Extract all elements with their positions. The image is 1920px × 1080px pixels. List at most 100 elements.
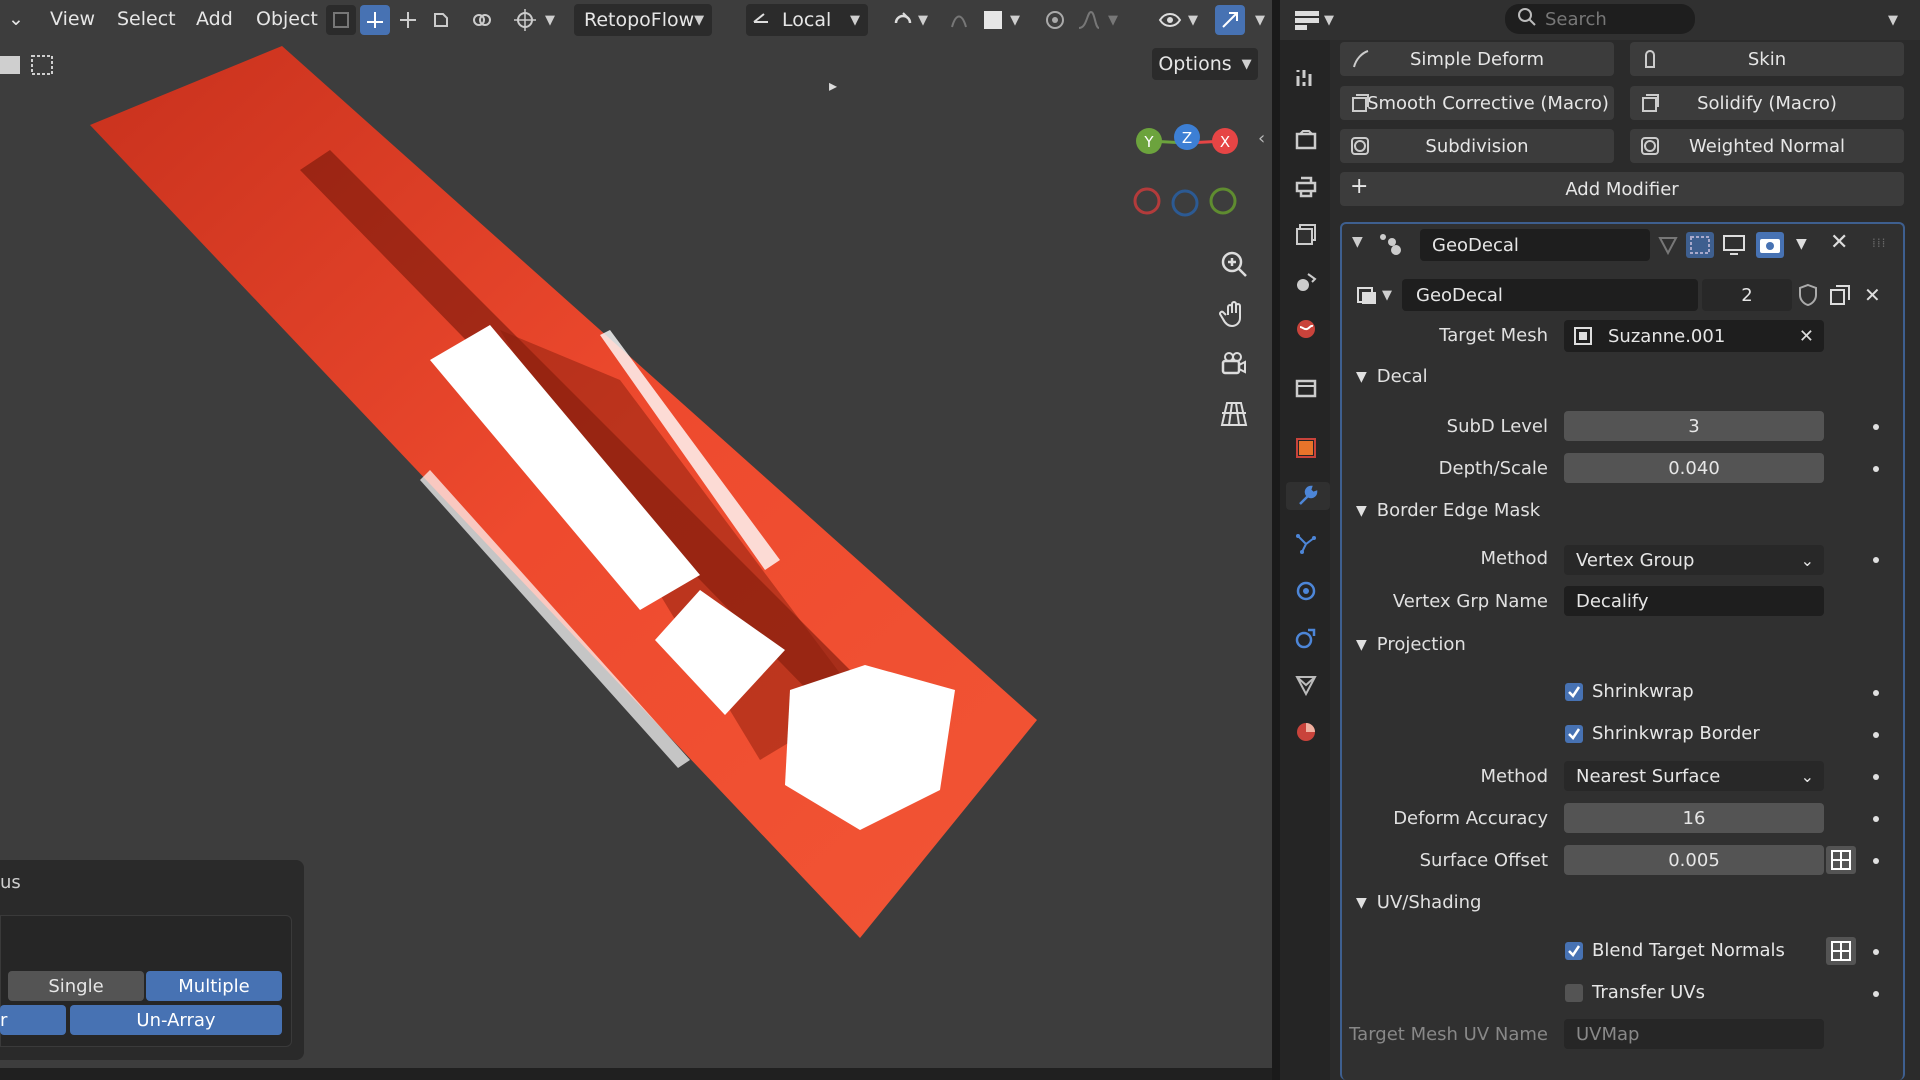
constraints-tab-icon[interactable] bbox=[1292, 624, 1320, 652]
surface-offset-field[interactable]: 0.005 bbox=[1564, 845, 1824, 875]
menu-select[interactable]: Select bbox=[117, 8, 176, 30]
keyframe-dot[interactable] bbox=[1873, 816, 1879, 822]
material-tab-icon[interactable] bbox=[1292, 718, 1320, 746]
object-tab-icon[interactable] bbox=[1292, 434, 1320, 462]
keyframe-dot[interactable] bbox=[1873, 690, 1879, 696]
remove-modifier-close-icon[interactable]: ✕ bbox=[1830, 230, 1848, 255]
border-method-dropdown[interactable]: Vertex Group ⌄ bbox=[1564, 545, 1824, 575]
projection-section-header[interactable]: ▼ Projection bbox=[1356, 634, 1466, 655]
attribute-toggle-icon[interactable] bbox=[1826, 846, 1856, 874]
falloff-chevron-icon[interactable]: ▼ bbox=[1108, 13, 1118, 28]
add-modifier-button[interactable]: + Add Modifier bbox=[1340, 172, 1904, 206]
multiple-mode-button[interactable]: Multiple bbox=[146, 971, 282, 1001]
attribute-toggle-icon[interactable] bbox=[1826, 937, 1856, 965]
weighted-normal-button[interactable]: Weighted Normal bbox=[1630, 129, 1904, 163]
modifier-menu-chevron-icon[interactable]: ▼ bbox=[1796, 236, 1807, 252]
depth-scale-field[interactable]: 0.040 bbox=[1564, 453, 1824, 483]
array-button[interactable]: r bbox=[0, 1005, 66, 1035]
solidify-button[interactable]: Solidify (Macro) bbox=[1630, 86, 1904, 120]
node-group-users-count[interactable]: 2 bbox=[1702, 279, 1792, 311]
pan-hand-icon[interactable] bbox=[1212, 292, 1256, 336]
clear-target-close-icon[interactable]: ✕ bbox=[1799, 326, 1814, 347]
options-dropdown[interactable]: Options ▼ bbox=[1152, 48, 1258, 80]
node-group-name-field[interactable]: GeoDecal bbox=[1402, 279, 1698, 311]
snap-axis-icon[interactable] bbox=[393, 5, 423, 35]
projection-method-dropdown[interactable]: Nearest Surface ⌄ bbox=[1564, 761, 1824, 791]
unlink-close-icon[interactable]: ✕ bbox=[1864, 283, 1881, 307]
3d-viewport[interactable]: ⌄ View Select Add Object ▼ RetopoFlow ▼ … bbox=[0, 0, 1272, 1068]
visibility-chevron-icon[interactable]: ▼ bbox=[1188, 13, 1198, 28]
area-separator[interactable] bbox=[1272, 0, 1280, 1080]
decal-section-header[interactable]: ▼ Decal bbox=[1356, 366, 1428, 387]
menu-add[interactable]: Add bbox=[196, 8, 233, 30]
modifier-tab-wrench-icon[interactable] bbox=[1286, 482, 1330, 510]
duplicate-icon[interactable] bbox=[1828, 283, 1852, 312]
tool-tab-icon[interactable] bbox=[1292, 64, 1320, 92]
snapping-chevron-icon[interactable]: ▼ bbox=[918, 13, 928, 28]
camera-view-icon[interactable] bbox=[1212, 342, 1256, 386]
skin-button[interactable]: Skin bbox=[1630, 42, 1904, 76]
viewport-display-icon[interactable] bbox=[1720, 232, 1748, 258]
shading-solid-icon[interactable] bbox=[978, 5, 1008, 35]
snap-face-icon[interactable] bbox=[426, 5, 456, 35]
single-mode-button[interactable]: Single bbox=[8, 971, 144, 1001]
border-edge-mask-section-header[interactable]: ▼ Border Edge Mask bbox=[1356, 500, 1540, 521]
deform-accuracy-field[interactable]: 16 bbox=[1564, 803, 1824, 833]
blend-target-normals-checkbox[interactable] bbox=[1565, 942, 1583, 960]
modifier-name-field[interactable]: GeoDecal bbox=[1420, 229, 1650, 261]
proportional-link-icon[interactable] bbox=[467, 5, 497, 35]
keyframe-dot[interactable] bbox=[1873, 732, 1879, 738]
menu-view[interactable]: View bbox=[50, 8, 95, 30]
node-group-browse-icon[interactable]: ▼ bbox=[1356, 280, 1398, 310]
smooth-corrective-button[interactable]: Smooth Corrective (Macro) bbox=[1340, 86, 1614, 120]
shrinkwrap-checkbox[interactable] bbox=[1565, 683, 1583, 701]
data-tab-icon[interactable] bbox=[1292, 671, 1320, 699]
gizmo-toggle-icon[interactable] bbox=[1215, 5, 1245, 35]
sidebar-toggle-chevron-icon[interactable]: ‹ bbox=[1258, 128, 1265, 149]
fake-user-shield-icon[interactable] bbox=[1796, 283, 1820, 312]
keyframe-dot[interactable] bbox=[1873, 557, 1879, 563]
particles-tab-icon[interactable] bbox=[1292, 530, 1320, 558]
editor-type-icon[interactable]: ▼ bbox=[1294, 6, 1344, 34]
render-tab-icon[interactable] bbox=[1292, 126, 1320, 154]
proportional-circle-icon[interactable] bbox=[1040, 5, 1070, 35]
keyframe-dot[interactable] bbox=[1873, 466, 1879, 472]
transform-orientation-dropdown[interactable]: Local ▼ bbox=[746, 4, 868, 36]
subd-level-field[interactable]: 3 bbox=[1564, 411, 1824, 441]
physics-tab-icon[interactable] bbox=[1292, 577, 1320, 605]
subdivision-button[interactable]: Subdivision bbox=[1340, 129, 1614, 163]
pivot-icon[interactable] bbox=[510, 5, 540, 35]
editor-chevron-icon[interactable]: ⌄ bbox=[8, 8, 24, 30]
proportional-edit-icon[interactable] bbox=[944, 5, 974, 35]
collection-tab-icon[interactable] bbox=[1292, 374, 1320, 402]
on-cage-toggle-icon[interactable] bbox=[1686, 232, 1714, 258]
options-chevron-icon[interactable]: ▼ bbox=[1888, 13, 1898, 28]
keyframe-dot[interactable] bbox=[1873, 949, 1879, 955]
collapse-chevron-icon[interactable]: ▼ bbox=[1352, 234, 1363, 250]
shading-chevron-icon[interactable]: ▼ bbox=[1010, 13, 1020, 28]
zoom-icon[interactable] bbox=[1212, 242, 1256, 286]
falloff-curve-icon[interactable] bbox=[1074, 5, 1104, 35]
world-tab-icon[interactable] bbox=[1292, 315, 1320, 343]
retopoflow-dropdown[interactable]: RetopoFlow ▼ bbox=[574, 4, 712, 36]
simple-deform-button[interactable]: Simple Deform bbox=[1340, 42, 1614, 76]
select-mode-icons[interactable] bbox=[0, 50, 60, 80]
menu-object[interactable]: Object bbox=[256, 8, 318, 30]
target-mesh-field[interactable]: Suzanne.001 ✕ bbox=[1564, 320, 1824, 352]
visibility-eye-icon[interactable] bbox=[1155, 5, 1185, 35]
target-mesh-uv-name-field[interactable]: UVMap bbox=[1564, 1019, 1824, 1049]
transfer-uvs-checkbox[interactable] bbox=[1565, 984, 1583, 1002]
un-array-button[interactable]: Un-Array bbox=[70, 1005, 282, 1035]
pivot-chevron-icon[interactable]: ▼ bbox=[545, 13, 555, 28]
uv-shading-section-header[interactable]: ▼ UV/Shading bbox=[1356, 892, 1481, 913]
edit-mode-toggle-icon[interactable] bbox=[1657, 234, 1679, 261]
keyframe-dot[interactable] bbox=[1873, 424, 1879, 430]
gizmo-chevron-icon[interactable]: ▼ bbox=[1255, 13, 1265, 28]
scene-tab-icon[interactable] bbox=[1292, 268, 1320, 296]
snap-base-icon[interactable] bbox=[326, 5, 356, 35]
drag-handle-icon[interactable]: ⁞⁞⁞ bbox=[1872, 236, 1886, 250]
search-input[interactable]: Search bbox=[1505, 4, 1695, 34]
perspective-grid-icon[interactable] bbox=[1212, 392, 1256, 436]
view-layer-tab-icon[interactable] bbox=[1292, 220, 1320, 248]
snap-active-icon[interactable] bbox=[360, 5, 390, 35]
